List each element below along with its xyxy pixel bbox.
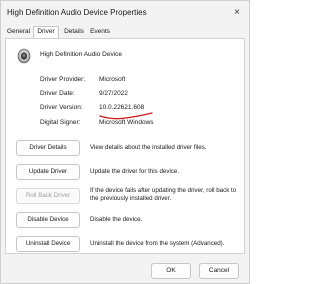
dialog-title: High Definition Audio Device Properties [7, 8, 147, 17]
ok-button[interactable]: OK [151, 263, 191, 279]
tab-details[interactable]: Details [61, 27, 87, 38]
tab-general[interactable]: General [5, 27, 32, 38]
tab-driver[interactable]: Driver [33, 26, 59, 38]
tab-strip: General Driver Details Events [5, 26, 245, 38]
driver-date-value: 9/27/2022 [99, 90, 128, 97]
driver-version-value: 10.0.22621.608 [99, 104, 145, 111]
title-bar[interactable]: High Definition Audio Device Properties … [1, 1, 249, 25]
driver-details-button[interactable]: Driver Details [16, 140, 80, 156]
close-button[interactable]: × [229, 5, 245, 21]
driver-provider-label: Driver Provider: [40, 76, 86, 83]
roll-back-driver-description: If the device fails after updating the d… [90, 187, 237, 202]
driver-panel: High Definition Audio Device Driver Prov… [5, 38, 245, 254]
disable-device-description: Disable the device. [90, 216, 143, 223]
speaker-icon [17, 48, 31, 64]
tab-events[interactable]: Events [88, 27, 112, 38]
update-driver-description: Update the driver for this device. [90, 168, 180, 175]
driver-provider-value: Microsoft [99, 76, 126, 83]
uninstall-device-button[interactable]: Uninstall Device [16, 236, 80, 252]
driver-date-label: Driver Date: [40, 90, 75, 97]
disable-device-button[interactable]: Disable Device [16, 212, 80, 228]
device-name: High Definition Audio Device [40, 51, 123, 58]
cancel-button[interactable]: Cancel [199, 263, 239, 279]
driver-details-description: View details about the installed driver … [90, 144, 207, 151]
digital-signer-value: Microsoft Windows [99, 119, 154, 126]
uninstall-device-description: Uninstall the device from the system (Ad… [90, 240, 225, 247]
update-driver-button[interactable]: Update Driver [16, 164, 80, 180]
digital-signer-label: Digital Signer: [40, 119, 81, 126]
driver-version-label: Driver Version: [40, 104, 83, 111]
properties-dialog: High Definition Audio Device Properties … [0, 0, 250, 284]
roll-back-driver-button[interactable]: Roll Back Driver [16, 188, 80, 204]
